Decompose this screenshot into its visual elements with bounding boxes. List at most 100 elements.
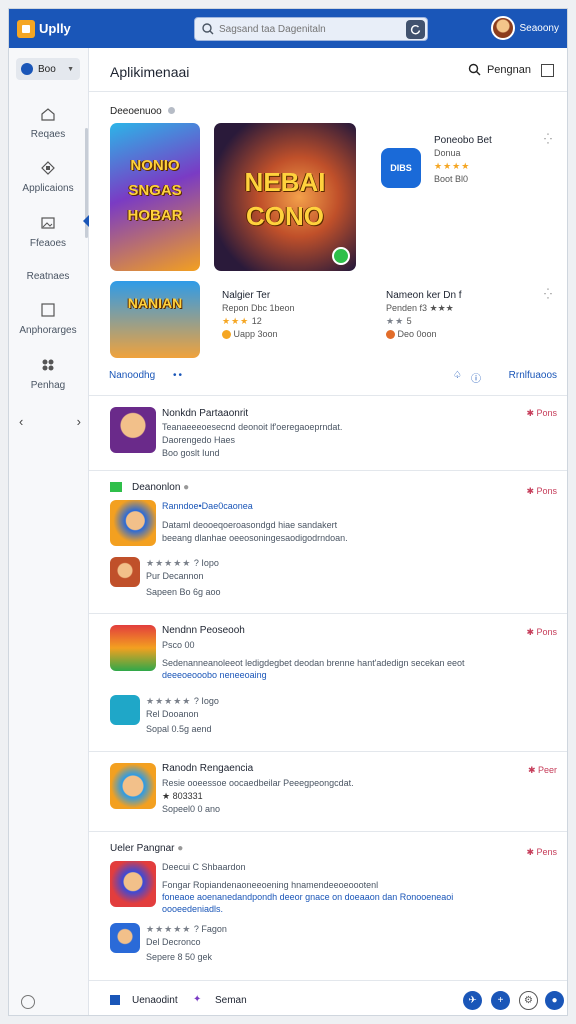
sidebar-item-penhag[interactable]: Penhag <box>9 357 87 391</box>
see-more-link[interactable]: Nanoodhg <box>109 370 155 381</box>
status-badge: ✱ Pons <box>526 627 557 637</box>
row-link[interactable]: deeeoeooobo neneeoaing <box>162 669 267 682</box>
search-submit-button[interactable] <box>406 20 425 39</box>
app-icon-dibs[interactable]: DIBS <box>381 148 421 188</box>
app-card-mid-2[interactable]: Nalgier Ter Repon Dbc 1beon ★★★ 12 Uapp … <box>222 289 295 341</box>
app-rating: 5 <box>406 316 412 326</box>
row-meta: Sopal 0.5g aend <box>146 724 212 734</box>
featured-title: Deeoenuoo <box>110 106 175 117</box>
bottom-label[interactable]: Uenaodint <box>132 995 178 1006</box>
row-rating: ★ 803331 <box>162 791 203 801</box>
app-developer: Penden f3 ★★★ <box>386 303 454 313</box>
status-badge: ✱ Pens <box>526 847 557 857</box>
coin-icon <box>386 330 395 340</box>
sidebar-item-label: Anphorarges <box>19 325 77 336</box>
featured-game-art-2[interactable]: NEBAI CONO <box>214 123 356 271</box>
row-meta: Del Decronco <box>146 937 201 947</box>
account-label: Boo <box>38 63 56 75</box>
help-icon[interactable] <box>21 995 35 1009</box>
chevron-right-icon[interactable]: › <box>77 414 81 429</box>
apps-icon <box>41 161 55 175</box>
app-logo[interactable]: Uplly <box>17 19 107 38</box>
info-icon[interactable]: ⓘ <box>471 370 481 385</box>
row-link[interactable]: Ranndoe•Dae0caonea <box>162 500 253 513</box>
row-meta: Sapeen Bo 6g aoo <box>146 587 221 597</box>
row-description: beeang dlanhae oeeosoningesaodigodrndoan… <box>162 533 348 543</box>
art-title-3: NANIAN <box>127 295 183 311</box>
more-link[interactable]: Rrnlfuaoos <box>509 370 557 381</box>
coin-icon <box>222 330 231 340</box>
bottom-bar: Uenaodint ✦ Seman ✈ + ⚙ ● <box>89 980 567 1015</box>
more-icon[interactable]: ⁛ <box>544 289 552 300</box>
sidebar-item-reatnaes[interactable]: Reatnaes <box>9 270 87 282</box>
notification-icon[interactable]: ♤ <box>453 370 462 381</box>
featured-game-art-1[interactable]: NONIO SNGAS HOBAR <box>110 123 200 271</box>
app-icon <box>110 407 156 453</box>
action-icon[interactable]: ● <box>545 991 564 1010</box>
list-item[interactable]: Ranodn Rengaencia Resie ooeessoe oocaedb… <box>89 751 567 831</box>
sidebar-pager: ‹ › <box>19 414 81 429</box>
featured-links: Nanoodhg •• ♤ ⓘ Rrnlfuaoos <box>109 370 557 386</box>
row-meta: Sopeel0 0 ano <box>162 804 221 814</box>
search-icon <box>468 63 481 76</box>
add-icon[interactable]: + <box>491 991 510 1010</box>
people-icon <box>42 359 54 371</box>
featured-game-art-3[interactable]: NANIAN <box>110 281 200 358</box>
app-size: Boot Bl0 <box>434 174 469 184</box>
sidebar-item-ffeaoes[interactable]: Ffeaoes <box>9 215 87 249</box>
app-rating-stars: ★★ <box>386 316 405 326</box>
image-icon <box>41 217 55 229</box>
list-item[interactable]: Ueler Pangnar ● ✱ Pens Deecui C Shbaardo… <box>89 831 567 980</box>
user-menu[interactable]: Seaoony <box>490 16 559 40</box>
header-search-label: Pengnan <box>486 63 531 76</box>
app-size: Deo 0oon <box>397 329 437 339</box>
row-description: Dataml deooeqoeroasondgd hiae sandakert <box>162 520 338 530</box>
bottom-icon <box>110 995 120 1005</box>
chevron-down-icon: ▼ <box>67 65 74 73</box>
art-title-1: NONIO SNGAS HOBAR <box>127 157 183 224</box>
app-developer: Donua <box>434 148 461 158</box>
square-icon <box>41 303 55 317</box>
row-meta: Daorengedo Haes <box>162 435 236 445</box>
app-icon <box>110 861 156 907</box>
sidebar-item-applications[interactable]: Applicaions <box>9 160 87 194</box>
row-rating: ★★★★★ ? Iopo <box>146 558 219 568</box>
row-meta: Deecui C Shbaardon <box>162 862 246 872</box>
app-card-right-1[interactable]: Poneobo Bet Donua ★★★★ Boot Bl0 <box>434 134 492 186</box>
status-badge: ✱ Pons <box>526 408 557 418</box>
settings-icon[interactable]: ⚙ <box>519 991 538 1010</box>
share-icon[interactable]: ✈ <box>463 991 482 1010</box>
bottom-label[interactable]: Seman <box>215 995 247 1006</box>
sidebar-item-reqaes[interactable]: Reqaes <box>9 106 87 140</box>
header-search-button[interactable]: Pengnan <box>468 63 531 76</box>
row-meta: Psco 00 <box>162 640 195 650</box>
section-title: Ueler Pangnar ● <box>110 843 184 854</box>
list-item[interactable]: Deanonlon ● ✱ Pons Ranndoe•Dae0caonea Da… <box>89 470 567 613</box>
app-rating-stars: ★★★ <box>222 316 250 326</box>
app-card-right-2[interactable]: Nameon ker Dn f Penden f3 ★★★ ★★ 5 Deo 0… <box>386 289 462 341</box>
search-box[interactable] <box>194 17 428 41</box>
list-item[interactable]: Nonkdn Partaaonrit Teanaeeeoesecnd deono… <box>89 395 567 470</box>
row-rating: ★★★★★ ? Iogo <box>146 696 219 706</box>
row-meta: Sepere 8 50 gek <box>146 952 213 962</box>
app-rating: 12 <box>251 316 262 326</box>
avatar[interactable] <box>490 16 515 40</box>
row-rating: ★★★★★ ? Fagon <box>146 924 227 934</box>
sidebar-item-anphorarges[interactable]: Anphorarges <box>9 302 87 336</box>
app-icon-dibs-label: DIBS <box>390 163 412 173</box>
row-description: Resie ooeessoe oocaedbeilar Peeegpeongcd… <box>162 778 354 788</box>
more-icon[interactable]: ⁛ <box>544 134 552 145</box>
search-input[interactable] <box>219 23 409 35</box>
expand-icon[interactable] <box>541 64 554 77</box>
app-icon-small <box>110 557 140 587</box>
list-item[interactable]: Nendnn Peoseooh Psco 00 Sedenanneanoleeo… <box>89 613 567 751</box>
sidebar-item-label: Ffeaoes <box>29 238 67 249</box>
app-window: Uplly Seaoony Boo ▼ Reqaes Applicaions <box>8 8 568 1016</box>
row-title: Nendnn Peoseooh <box>162 625 245 636</box>
status-badge: ✱ Pons <box>526 486 557 496</box>
app-icon <box>110 500 156 546</box>
chevron-left-icon[interactable]: ‹ <box>19 414 23 429</box>
app-size: Uapp 3oon <box>233 329 278 339</box>
account-dropdown[interactable]: Boo ▼ <box>16 58 80 80</box>
row-link[interactable]: oooeedeniadls. <box>162 903 223 916</box>
